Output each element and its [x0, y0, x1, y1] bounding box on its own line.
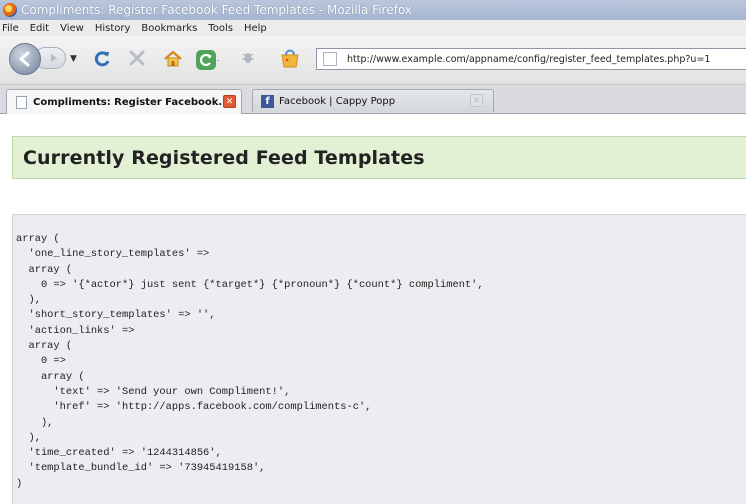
stop-icon: [129, 50, 145, 66]
stop-button[interactable]: [128, 49, 146, 67]
close-tab-icon[interactable]: ✕: [223, 95, 236, 108]
home-button[interactable]: [163, 49, 183, 69]
tab-label: Facebook | Cappy Popp: [279, 95, 396, 107]
code-panel: array ( 'one_line_story_templates' => ar…: [12, 214, 746, 504]
menu-file[interactable]: File: [2, 23, 19, 34]
menu-bar: File Edit View History Bookmarks Tools H…: [0, 20, 746, 36]
menu-bookmarks[interactable]: Bookmarks: [141, 23, 197, 34]
bug-icon: [242, 53, 254, 63]
menu-tools[interactable]: Tools: [208, 23, 233, 34]
tab-compliments[interactable]: Compliments: Register Facebook... ✕: [6, 89, 242, 114]
navigation-toolbar: ▼ ·: [0, 36, 746, 85]
page-icon: [323, 52, 337, 66]
back-icon: [19, 51, 30, 67]
menu-history[interactable]: History: [95, 23, 131, 34]
page-title: Currently Registered Feed Templates: [23, 146, 425, 169]
menu-view[interactable]: View: [60, 23, 84, 34]
address-bar[interactable]: [316, 48, 746, 70]
bag-button[interactable]: [278, 46, 302, 70]
svg-text:·: ·: [217, 57, 219, 65]
tab-label: Compliments: Register Facebook...: [33, 96, 230, 108]
url-input[interactable]: [347, 53, 746, 65]
tab-facebook[interactable]: f Facebook | Cappy Popp ✕: [252, 89, 494, 112]
firefox-logo-icon: [3, 3, 17, 17]
menu-edit[interactable]: Edit: [30, 23, 49, 34]
bag-icon: [281, 49, 299, 68]
tab-strip: Compliments: Register Facebook... ✕ f Fa…: [0, 85, 746, 114]
firebug-button[interactable]: [240, 49, 256, 65]
page-heading-box: Currently Registered Feed Templates: [12, 136, 746, 179]
forward-icon: [51, 54, 57, 62]
refresh-button[interactable]: ·: [195, 49, 219, 71]
window-titlebar: Compliments: Register Facebook Feed Temp…: [0, 0, 746, 20]
history-dropdown-icon[interactable]: ▼: [70, 54, 77, 64]
reload-icon: [94, 51, 110, 67]
menu-help[interactable]: Help: [244, 23, 267, 34]
window-title: Compliments: Register Facebook Feed Temp…: [21, 3, 412, 17]
reload-button[interactable]: [92, 49, 112, 69]
back-button[interactable]: [9, 43, 41, 75]
facebook-icon: f: [261, 94, 274, 108]
refresh-icon: ·: [196, 50, 219, 70]
document-icon: [16, 95, 27, 109]
home-icon: [164, 50, 182, 67]
feed-templates-dump: array ( 'one_line_story_templates' => ar…: [16, 233, 484, 490]
close-tab-icon[interactable]: ✕: [470, 94, 483, 107]
